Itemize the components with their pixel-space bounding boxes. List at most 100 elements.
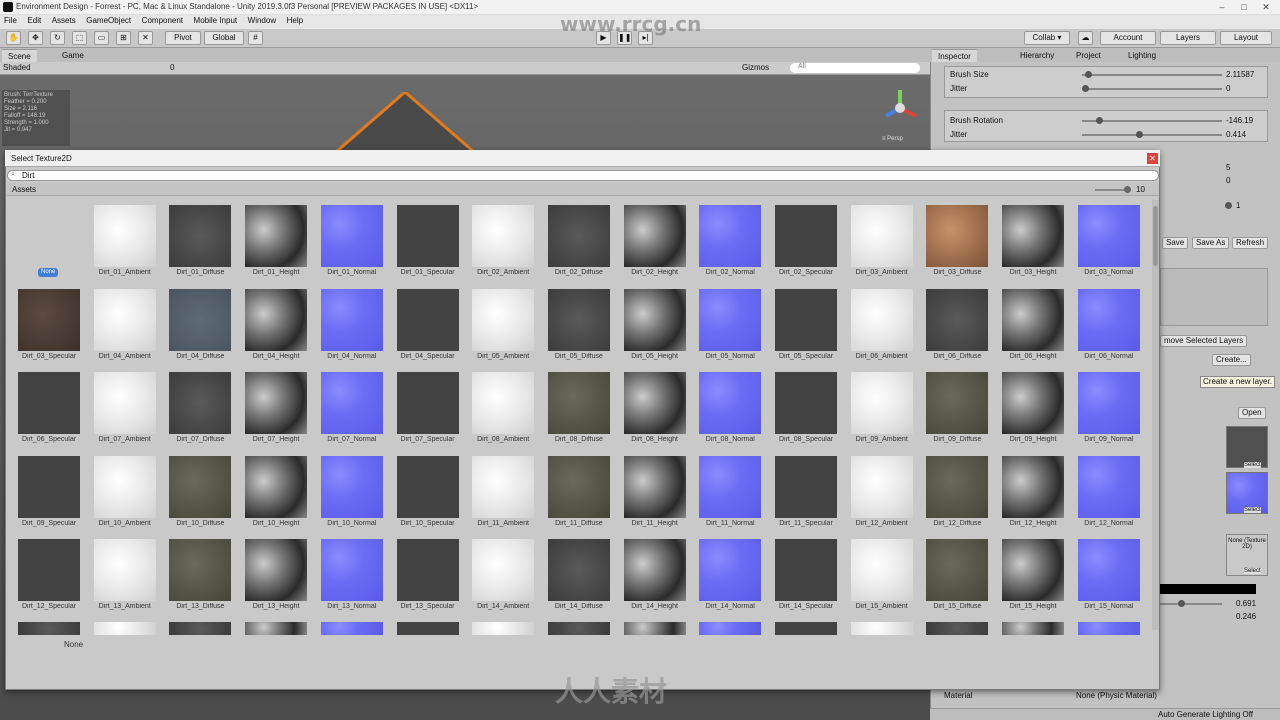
texture-thumbnail[interactable] <box>850 455 913 518</box>
texture-cell[interactable]: Dirt_14_Normal <box>695 539 765 617</box>
texture-cell[interactable]: Dirt_11_Diffuse <box>544 455 614 534</box>
field-value-1[interactable]: 1 <box>1236 201 1240 210</box>
texture-thumbnail-partial[interactable] <box>926 622 989 635</box>
texture-cell[interactable]: Dirt_06_Specular <box>14 372 84 450</box>
material-field[interactable]: None (Physic Material) <box>1076 691 1157 700</box>
texture-thumbnail-partial[interactable] <box>699 622 762 635</box>
texture-thumbnail-partial[interactable] <box>245 622 308 635</box>
texture-cell[interactable]: Dirt_03_Height <box>998 205 1068 283</box>
menu-edit[interactable]: Edit <box>23 15 45 26</box>
texture-thumbnail[interactable] <box>245 205 308 267</box>
texture-thumbnail[interactable] <box>169 372 232 434</box>
texture-cell[interactable]: Dirt_13_Specular <box>393 539 463 617</box>
texture-thumbnail[interactable] <box>547 288 610 351</box>
texture-search-input[interactable]: ⌕ Dirt <box>7 170 1159 181</box>
texture-cell[interactable]: Dirt_04_Height <box>241 288 311 367</box>
brush-size-slider-knob[interactable] <box>1084 71 1092 78</box>
texture-thumbnail[interactable] <box>775 372 837 434</box>
texture-thumbnail[interactable] <box>93 288 156 351</box>
texture-cell[interactable]: Dirt_14_Height <box>620 539 690 617</box>
texture-thumbnail[interactable] <box>396 539 459 601</box>
texture-thumbnail[interactable] <box>1002 372 1065 434</box>
texture-cell[interactable]: Dirt_01_Diffuse <box>165 205 235 283</box>
texture-thumbnail[interactable] <box>775 205 837 267</box>
layers-dropdown[interactable]: Layers <box>1160 31 1216 45</box>
scene-search-input[interactable]: All <box>790 63 920 73</box>
texture-thumbnail[interactable] <box>1002 205 1065 267</box>
texture-thumbnail[interactable] <box>320 372 383 434</box>
texture-cell[interactable]: Dirt_05_Height <box>620 288 690 367</box>
texture-thumbnail[interactable] <box>850 372 913 434</box>
tab-project[interactable]: Project <box>1070 49 1107 62</box>
jitter-slider[interactable] <box>1082 88 1222 90</box>
transform-tool-icon[interactable]: ⊞ <box>116 31 131 45</box>
menu-gameobject[interactable]: GameObject <box>82 15 135 26</box>
texture-cell[interactable]: Dirt_11_Ambient <box>468 455 538 534</box>
jitter-value-2[interactable]: 0.414 <box>1226 130 1246 139</box>
layer-palette[interactable] <box>1160 268 1268 326</box>
refresh-button[interactable]: Refresh <box>1232 237 1269 249</box>
texture-thumbnail[interactable] <box>926 539 989 601</box>
texture-thumbnail[interactable] <box>850 288 913 351</box>
brush-rotation-value[interactable]: -146.19 <box>1226 116 1253 125</box>
texture-cell[interactable]: Dirt_12_Ambient <box>847 455 917 534</box>
texture-thumbnail[interactable] <box>1002 288 1065 351</box>
texture-thumbnail-partial[interactable] <box>169 622 232 635</box>
orientation-gizmo-icon[interactable]: ≡ Persp <box>878 86 922 142</box>
texture-thumbnail[interactable] <box>18 539 80 601</box>
menu-help[interactable]: Help <box>283 15 307 26</box>
smoothness-value[interactable]: 0.246 <box>1236 612 1256 621</box>
texture-thumbnail[interactable] <box>699 539 762 601</box>
metallic-value[interactable]: 0.691 <box>1236 599 1256 608</box>
texture-thumbnail-partial[interactable] <box>623 622 686 635</box>
texture-thumbnail[interactable] <box>1077 372 1140 434</box>
texture-cell[interactable]: Dirt_04_Ambient <box>90 288 160 367</box>
hand-tool-icon[interactable]: ✋ <box>6 31 21 45</box>
texture-thumbnail[interactable] <box>472 539 535 601</box>
texture-thumbnail-partial[interactable] <box>396 622 459 635</box>
scale-tool-icon[interactable]: ⬚ <box>72 31 87 45</box>
texture-cell[interactable]: Dirt_10_Diffuse <box>165 455 235 534</box>
move-tool-icon[interactable]: ✥ <box>28 31 43 45</box>
texture-thumbnail-partial[interactable] <box>547 622 610 635</box>
texture-cell[interactable]: Dirt_07_Ambient <box>90 372 160 450</box>
texture-thumbnail-partial[interactable] <box>320 622 383 635</box>
texture-cell[interactable]: Dirt_12_Height <box>998 455 1068 534</box>
texture-thumbnail[interactable] <box>93 539 156 601</box>
texture-thumbnail-partial[interactable] <box>850 622 913 635</box>
texture-thumbnail[interactable] <box>926 288 989 351</box>
texture-thumbnail-partial[interactable] <box>1077 622 1140 635</box>
persp-label[interactable]: ≡ Persp <box>882 136 904 142</box>
texture-thumbnail[interactable] <box>775 539 837 601</box>
texture-thumbnail[interactable] <box>1077 288 1140 351</box>
texture-thumbnail[interactable] <box>320 288 383 351</box>
texture-cell[interactable]: Dirt_09_Normal <box>1074 372 1144 450</box>
texture-thumbnail[interactable] <box>699 288 762 351</box>
jitter-value[interactable]: 0 <box>1226 84 1230 93</box>
texture-cell[interactable]: Dirt_10_Normal <box>317 455 387 534</box>
texture-cell[interactable]: Dirt_11_Specular <box>771 455 841 534</box>
texture-thumbnail[interactable] <box>472 205 535 267</box>
jitter-slider-2[interactable] <box>1082 134 1222 136</box>
select-mask-button[interactable]: Select <box>1244 568 1261 574</box>
texture-thumbnail[interactable] <box>926 455 989 518</box>
minimize-button[interactable]: – <box>1212 1 1232 13</box>
menu-file[interactable]: File <box>0 15 21 26</box>
texture-cell[interactable]: Dirt_09_Ambient <box>847 372 917 450</box>
texture-cell[interactable]: Dirt_13_Diffuse <box>165 539 235 617</box>
texture-thumbnail-partial[interactable] <box>18 622 80 635</box>
shading-dropdown[interactable]: Shaded <box>3 63 31 72</box>
texture-thumbnail[interactable] <box>623 455 686 518</box>
texture-thumbnail[interactable] <box>18 288 80 351</box>
field-value-5[interactable]: 5 <box>1226 163 1230 172</box>
color-field[interactable] <box>1160 584 1256 594</box>
jitter-slider-2-knob[interactable] <box>1136 131 1143 138</box>
texture-cell[interactable]: Dirt_09_Diffuse <box>922 372 992 450</box>
close-window-button[interactable]: ✕ <box>1256 1 1276 13</box>
search-query[interactable]: Dirt <box>22 171 34 181</box>
texture-thumbnail[interactable] <box>926 205 989 267</box>
texture-thumbnail[interactable] <box>169 455 232 518</box>
texture-thumbnail[interactable] <box>245 372 308 434</box>
menu-assets[interactable]: Assets <box>48 15 80 26</box>
brush-size-slider[interactable] <box>1082 74 1222 76</box>
